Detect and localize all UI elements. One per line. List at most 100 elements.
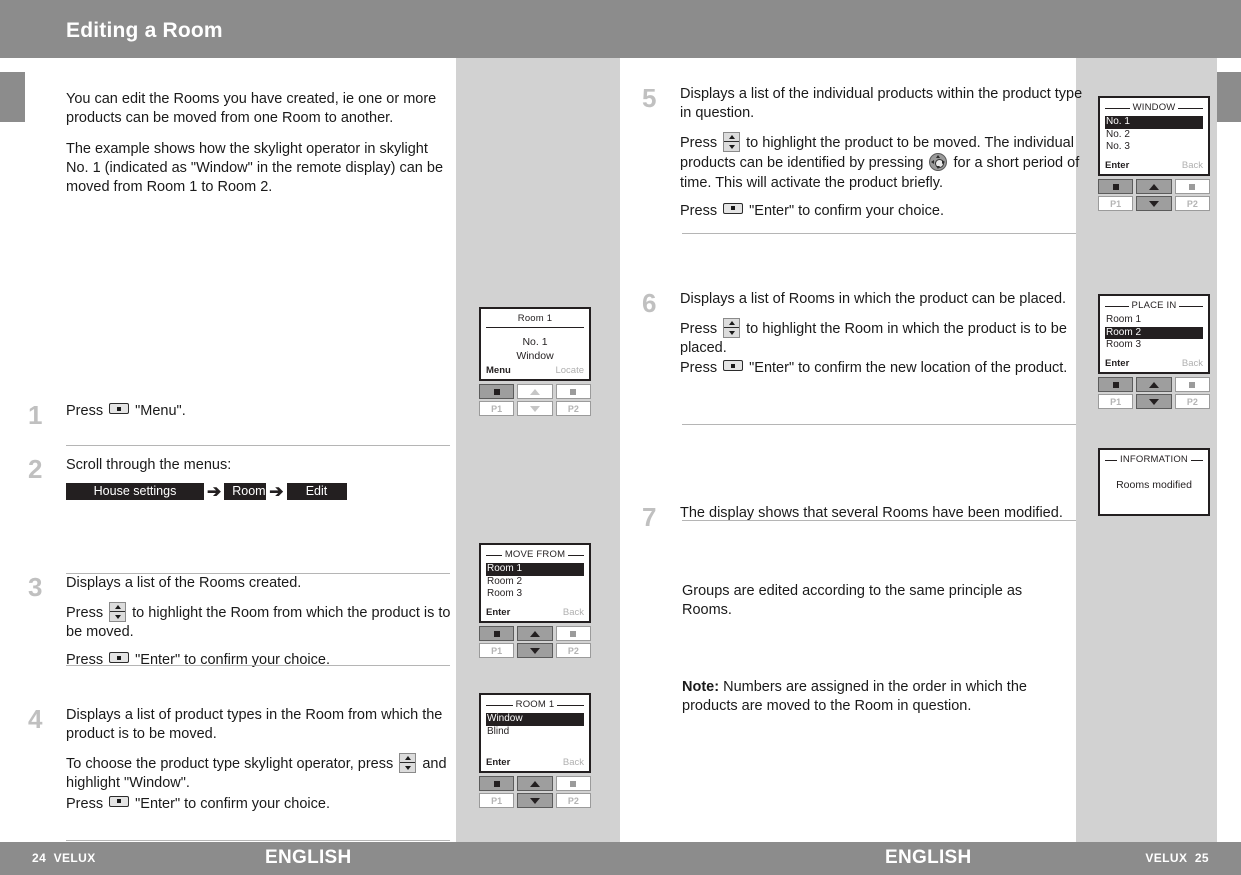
pad-button-up[interactable] bbox=[1136, 377, 1172, 392]
step-1-body: Press "Menu". bbox=[66, 402, 428, 421]
step-2-text: Scroll through the menus: bbox=[66, 457, 232, 473]
pad-button-down[interactable] bbox=[517, 793, 553, 808]
pad-button-enter[interactable] bbox=[1098, 377, 1134, 392]
pad-button-up[interactable] bbox=[517, 776, 553, 791]
list-item[interactable]: Room 1 bbox=[486, 563, 584, 576]
pad-button-p1[interactable]: P1 bbox=[1098, 196, 1134, 211]
display-screen: PLACE IN Room 1 Room 2 Room 3 Enter Back bbox=[1098, 294, 1210, 374]
remote-button-pad: P1 P2 bbox=[1098, 179, 1210, 211]
step-6-paragraph-2: Press to highlight the Room in which the… bbox=[680, 318, 1074, 358]
list-item[interactable]: Room 2 bbox=[486, 576, 584, 589]
list-item[interactable]: No. 2 bbox=[1105, 129, 1203, 142]
note-text: Numbers are assigned in the order in whi… bbox=[682, 679, 1027, 715]
pad-button-enter[interactable] bbox=[479, 626, 515, 641]
display-window-list: WINDOW No. 1 No. 2 No. 3 Enter Back P1 P… bbox=[1098, 96, 1210, 211]
step-1-divider bbox=[66, 445, 450, 446]
display-softkey-left[interactable]: Enter bbox=[486, 607, 510, 618]
closing-groups-text: Groups are edited according to the same … bbox=[682, 583, 1023, 619]
display-softkey-left[interactable]: Enter bbox=[486, 757, 510, 768]
title-dash-right bbox=[1178, 107, 1204, 109]
pad-button-p1[interactable]: P1 bbox=[1098, 394, 1134, 409]
step-4-paragraph-3: Press "Enter" to confirm your choice. bbox=[66, 795, 462, 814]
display-screen: INFORMATION Rooms modified bbox=[1098, 448, 1210, 516]
closing-note: Note: Numbers are assigned in the order … bbox=[682, 678, 1062, 716]
pad-button-down[interactable] bbox=[517, 643, 553, 658]
display-title-wrap: INFORMATION bbox=[1105, 454, 1203, 466]
list-item[interactable]: No. 1 bbox=[1105, 116, 1203, 129]
pad-button-p2[interactable]: P2 bbox=[555, 401, 591, 416]
breadcrumb-edit[interactable]: Edit bbox=[286, 483, 347, 501]
remote-button-pad: P1 P2 bbox=[1098, 377, 1210, 409]
step-5-divider bbox=[682, 233, 1076, 234]
footer-language-right: ENGLISH bbox=[885, 847, 972, 868]
step-4-enter-text: "Enter" to confirm your choice. bbox=[135, 795, 330, 812]
step-3-divider bbox=[66, 665, 450, 666]
list-item[interactable]: Room 2 bbox=[1105, 326, 1203, 339]
display-softkey-left[interactable]: Menu bbox=[486, 365, 511, 376]
breadcrumb-house-settings[interactable]: House settings bbox=[66, 483, 204, 501]
step-3-press-word: Press bbox=[66, 605, 104, 622]
display-title: MOVE FROM bbox=[504, 549, 566, 560]
enter-key-icon bbox=[109, 795, 130, 807]
step-3-paragraph-1: Displays a list of the Rooms created. bbox=[66, 575, 302, 591]
pad-button-p1[interactable]: P1 bbox=[479, 401, 515, 416]
pad-button-stop[interactable] bbox=[1174, 179, 1210, 194]
pad-button-down[interactable] bbox=[517, 401, 553, 416]
display-softkey-right[interactable]: Locate bbox=[555, 365, 584, 376]
list-item[interactable]: Window bbox=[486, 713, 584, 726]
display-softkey-right[interactable]: Back bbox=[1182, 160, 1203, 171]
pad-button-enter[interactable] bbox=[479, 776, 515, 791]
display-list: Room 1 Room 2 Room 3 bbox=[486, 563, 584, 601]
list-item[interactable]: Blind bbox=[486, 726, 584, 739]
pad-button-stop[interactable] bbox=[555, 626, 591, 641]
note-label: Note: bbox=[682, 679, 720, 695]
closing-note-block: Note: Numbers are assigned in the order … bbox=[682, 678, 1062, 716]
pad-button-p2[interactable]: P2 bbox=[555, 643, 591, 658]
pad-button-stop[interactable] bbox=[1174, 377, 1210, 392]
display-title: INFORMATION bbox=[1120, 454, 1188, 465]
breadcrumb-arrow-icon-2: ➔ bbox=[269, 482, 284, 502]
display-softkey-left[interactable]: Enter bbox=[1105, 358, 1129, 369]
display-softkey-right[interactable]: Back bbox=[1182, 358, 1203, 369]
step-4-paragraph-2: To choose the product type skylight oper… bbox=[66, 753, 462, 793]
pad-button-up[interactable] bbox=[517, 626, 553, 641]
display-screen: MOVE FROM Room 1 Room 2 Room 3 Enter Bac… bbox=[479, 543, 591, 623]
list-item[interactable]: Room 3 bbox=[1105, 339, 1203, 352]
list-item[interactable]: Room 3 bbox=[486, 588, 584, 601]
footer-language-left: ENGLISH bbox=[265, 847, 352, 868]
page-header-band: Editing a Room bbox=[0, 0, 1241, 58]
display-move-from: MOVE FROM Room 1 Room 2 Room 3 Enter Bac… bbox=[479, 543, 591, 658]
step-5-paragraph-1: Displays a list of the individual produc… bbox=[680, 86, 1083, 122]
title-dash-right bbox=[568, 554, 585, 556]
pad-button-p1[interactable]: P1 bbox=[479, 793, 515, 808]
footer-brand-left: VELUX bbox=[53, 851, 96, 865]
footer-left-group: 24 VELUX bbox=[32, 851, 96, 865]
breadcrumb-room[interactable]: Room bbox=[224, 483, 267, 501]
display-softkey-right[interactable]: Back bbox=[563, 757, 584, 768]
list-item[interactable]: Room 1 bbox=[1105, 314, 1203, 327]
pad-button-up[interactable] bbox=[517, 384, 553, 399]
list-item[interactable]: No. 3 bbox=[1105, 141, 1203, 154]
page-footer-band: 24 VELUX ENGLISH ENGLISH VELUX 25 bbox=[0, 842, 1241, 875]
display-screen: ROOM 1 Window Blind Enter Back bbox=[479, 693, 591, 773]
pad-button-p2[interactable]: P2 bbox=[1174, 196, 1210, 211]
step-3-body: Displays a list of the Rooms created. Pr… bbox=[66, 574, 458, 671]
display-screen: Room 1 No. 1 Window Menu Locate bbox=[479, 307, 591, 381]
display-softkey-left[interactable]: Enter bbox=[1105, 160, 1129, 171]
pad-button-p2[interactable]: P2 bbox=[1174, 394, 1210, 409]
pad-button-stop[interactable] bbox=[555, 776, 591, 791]
pad-button-p2[interactable]: P2 bbox=[555, 793, 591, 808]
display-softkey-right[interactable]: Back bbox=[563, 607, 584, 618]
enter-key-icon bbox=[723, 360, 744, 372]
step-1-press-word: Press bbox=[66, 403, 104, 419]
menu-path-breadcrumb: House settings ➔ Room ➔ Edit bbox=[66, 482, 456, 502]
pad-button-enter[interactable] bbox=[479, 384, 515, 399]
pad-button-p1[interactable]: P1 bbox=[479, 643, 515, 658]
pad-button-stop[interactable] bbox=[555, 384, 591, 399]
pad-button-down[interactable] bbox=[1136, 394, 1172, 409]
closing-groups-block: Groups are edited according to the same … bbox=[682, 582, 1052, 620]
step-4-body: Displays a list of product types in the … bbox=[66, 706, 462, 814]
pad-button-down[interactable] bbox=[1136, 196, 1172, 211]
pad-button-up[interactable] bbox=[1136, 179, 1172, 194]
pad-button-enter[interactable] bbox=[1098, 179, 1134, 194]
